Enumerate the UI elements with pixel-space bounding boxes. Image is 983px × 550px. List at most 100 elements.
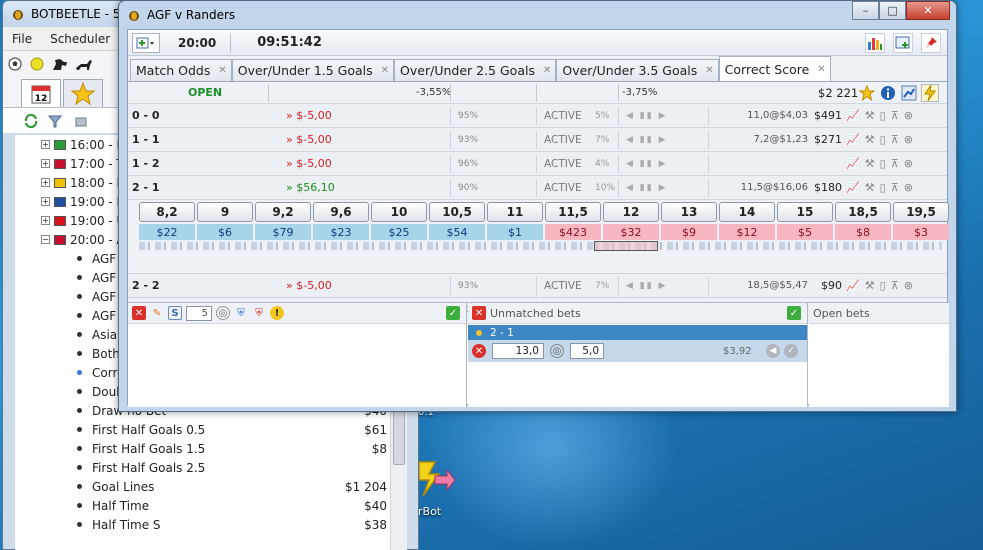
tab-calendar[interactable]: 12 bbox=[21, 79, 61, 107]
info-icon[interactable] bbox=[879, 84, 897, 102]
price-button[interactable]: 11,5 bbox=[545, 202, 601, 222]
expand-icon[interactable]: + bbox=[41, 178, 50, 187]
chart-icon[interactable]: 📈 bbox=[846, 109, 860, 122]
tools-icon[interactable]: ⚒ bbox=[865, 109, 875, 122]
tab-close-icon[interactable]: ✕ bbox=[705, 65, 713, 76]
stake-steps-spinner[interactable]: 5 bbox=[186, 305, 212, 321]
price-button[interactable]: 12 bbox=[603, 202, 659, 222]
bot-lightning-icon[interactable] bbox=[413, 458, 455, 498]
shield-blue-icon[interactable]: ⛨ bbox=[234, 306, 248, 320]
column-icon[interactable]: ▯ bbox=[880, 133, 886, 146]
warning-icon[interactable]: ! bbox=[270, 306, 284, 320]
horse-racing-icon[interactable] bbox=[51, 56, 69, 72]
expand-row-icon[interactable]: ⊼ bbox=[891, 133, 899, 146]
new-window-button[interactable] bbox=[893, 33, 913, 53]
unmatched-selection-row[interactable]: 2 - 1 bbox=[468, 325, 807, 340]
expand-icon[interactable]: + bbox=[41, 197, 50, 206]
tree-market-row[interactable]: Goal Lines $1 204 bbox=[15, 477, 407, 496]
mini-ladder-icon[interactable]: ◀ ▮▮ ▶ bbox=[626, 183, 667, 193]
tennis-ball-icon[interactable] bbox=[29, 56, 45, 72]
cancel-all-icon[interactable]: ✕ bbox=[132, 306, 146, 320]
greyhound-icon[interactable] bbox=[75, 56, 93, 72]
chart-icon[interactable]: 📈 bbox=[846, 279, 860, 292]
close-row-icon[interactable]: ⊗ bbox=[904, 109, 913, 122]
price-button[interactable]: 8,2 bbox=[139, 202, 195, 222]
confirm-bet-icon[interactable]: ✓ bbox=[784, 344, 798, 358]
tab-market[interactable]: Over/Under 2.5 Goals ✕ bbox=[394, 59, 557, 81]
close-row-icon[interactable]: ⊗ bbox=[904, 279, 913, 292]
chart-icon[interactable]: 📈 bbox=[846, 133, 860, 146]
selection-row[interactable]: 2 - 1 » $56,10 90% ACTIVE 10% ◀ ▮▮ ▶ 11,5@$16,… bbox=[128, 176, 947, 200]
odds-reset-icon[interactable]: ◎ bbox=[550, 344, 564, 358]
cancel-bet-icon[interactable]: ✕ bbox=[472, 344, 486, 358]
tools-icon[interactable] bbox=[73, 113, 91, 129]
expand-icon[interactable]: + bbox=[41, 140, 50, 149]
minimize-button[interactable]: – bbox=[852, 1, 879, 20]
ladder-volume-strip[interactable] bbox=[139, 241, 942, 251]
graph-icon[interactable] bbox=[900, 84, 918, 102]
tab-market[interactable]: Match Odds ✕ bbox=[130, 59, 232, 81]
lay-stake-cell[interactable]: $3 bbox=[893, 224, 949, 240]
stake-s-icon[interactable]: S bbox=[168, 306, 182, 320]
menu-scheduler[interactable]: Scheduler bbox=[41, 32, 119, 46]
back-stake-cell[interactable]: $6 bbox=[197, 224, 253, 240]
back-stake-cell[interactable]: $23 bbox=[313, 224, 369, 240]
tree-market-row[interactable]: First Half Goals 0.5 $61 bbox=[15, 420, 407, 439]
tools-icon[interactable]: ⚒ bbox=[865, 133, 875, 146]
column-icon[interactable]: ▯ bbox=[880, 279, 886, 292]
chart-button[interactable] bbox=[865, 33, 885, 53]
favourite-star-icon[interactable] bbox=[858, 84, 876, 102]
chart-icon[interactable]: 📈 bbox=[846, 157, 860, 170]
bot-lightning-icon[interactable] bbox=[921, 84, 939, 102]
confirm-check-icon[interactable]: ✓ bbox=[446, 306, 460, 320]
selection-row[interactable]: 0 - 0 » $-5,00 95% ACTIVE 5% ◀ ▮▮ ▶ 11,0@$4,03… bbox=[128, 104, 947, 128]
desktop-icon-label[interactable]: rBot bbox=[418, 505, 441, 518]
bet-odds-input[interactable]: 13,0 bbox=[492, 343, 544, 359]
close-row-icon[interactable]: ⊗ bbox=[904, 133, 913, 146]
cancel-unmatched-icon[interactable]: ✕ bbox=[472, 306, 486, 320]
maximize-button[interactable]: □ bbox=[879, 1, 906, 20]
tools-icon[interactable]: ⚒ bbox=[865, 181, 875, 194]
column-icon[interactable]: ▯ bbox=[880, 157, 886, 170]
tab-favourites[interactable] bbox=[63, 79, 103, 107]
tree-market-row[interactable]: First Half Goals 2.5 bbox=[15, 458, 407, 477]
selection-row[interactable]: 2 - 2 » $-5,00 93% ACTIVE 7% ◀ ▮▮ ▶ 18,5@$5,47… bbox=[128, 274, 947, 298]
lay-stake-cell[interactable]: $12 bbox=[719, 224, 775, 240]
confirm-unmatched-icon[interactable]: ✓ bbox=[787, 306, 801, 320]
close-button[interactable]: ✕ bbox=[906, 1, 950, 20]
price-button[interactable]: 9,6 bbox=[313, 202, 369, 222]
close-row-icon[interactable]: ⊗ bbox=[904, 157, 913, 170]
filter-icon[interactable] bbox=[47, 113, 65, 129]
back-stake-cell[interactable]: $22 bbox=[139, 224, 195, 240]
expand-row-icon[interactable]: ⊼ bbox=[891, 109, 899, 122]
back-arrow-icon[interactable]: ◀ bbox=[766, 344, 780, 358]
tools-icon[interactable]: ⚒ bbox=[865, 279, 875, 292]
back-stake-cell[interactable]: $1 bbox=[487, 224, 543, 240]
mini-ladder-icon[interactable]: ◀ ▮▮ ▶ bbox=[626, 159, 667, 169]
expand-icon[interactable]: + bbox=[41, 159, 50, 168]
tree-market-row[interactable]: First Half Goals 1.5 $8 bbox=[15, 439, 407, 458]
price-button[interactable]: 11 bbox=[487, 202, 543, 222]
chart-icon[interactable]: 📈 bbox=[846, 181, 860, 194]
tree-market-row[interactable]: Half Time S $38 bbox=[15, 515, 407, 534]
expand-row-icon[interactable]: ⊼ bbox=[891, 157, 899, 170]
menu-file[interactable]: File bbox=[3, 32, 41, 46]
eraser-icon[interactable]: ✎ bbox=[150, 306, 164, 320]
back-stake-cell[interactable]: $54 bbox=[429, 224, 485, 240]
tab-close-icon[interactable]: ✕ bbox=[543, 65, 551, 76]
tab-market[interactable]: Correct Score ✕ bbox=[718, 56, 831, 81]
settings-circle-icon[interactable]: ◎ bbox=[216, 306, 230, 320]
pin-button[interactable] bbox=[921, 33, 941, 53]
price-button[interactable]: 13 bbox=[661, 202, 717, 222]
expand-row-icon[interactable]: ⊼ bbox=[891, 181, 899, 194]
shield-red-icon[interactable]: ⛨ bbox=[252, 306, 266, 320]
back-stake-cell[interactable]: $79 bbox=[255, 224, 311, 240]
column-icon[interactable]: ▯ bbox=[880, 109, 886, 122]
market-titlebar[interactable]: AGF v Randers bbox=[119, 1, 956, 29]
collapse-icon[interactable]: − bbox=[41, 235, 50, 244]
add-dropdown-button[interactable] bbox=[132, 32, 160, 53]
tools-icon[interactable]: ⚒ bbox=[865, 157, 875, 170]
tree-market-row[interactable]: Half Time $40 bbox=[15, 496, 407, 515]
back-stake-cell[interactable]: $25 bbox=[371, 224, 427, 240]
selection-row[interactable]: 1 - 2 » $-5,00 96% ACTIVE 4% ◀ ▮▮ ▶ 📈 ⚒ ▯ ⊼ ⊗ bbox=[128, 152, 947, 176]
